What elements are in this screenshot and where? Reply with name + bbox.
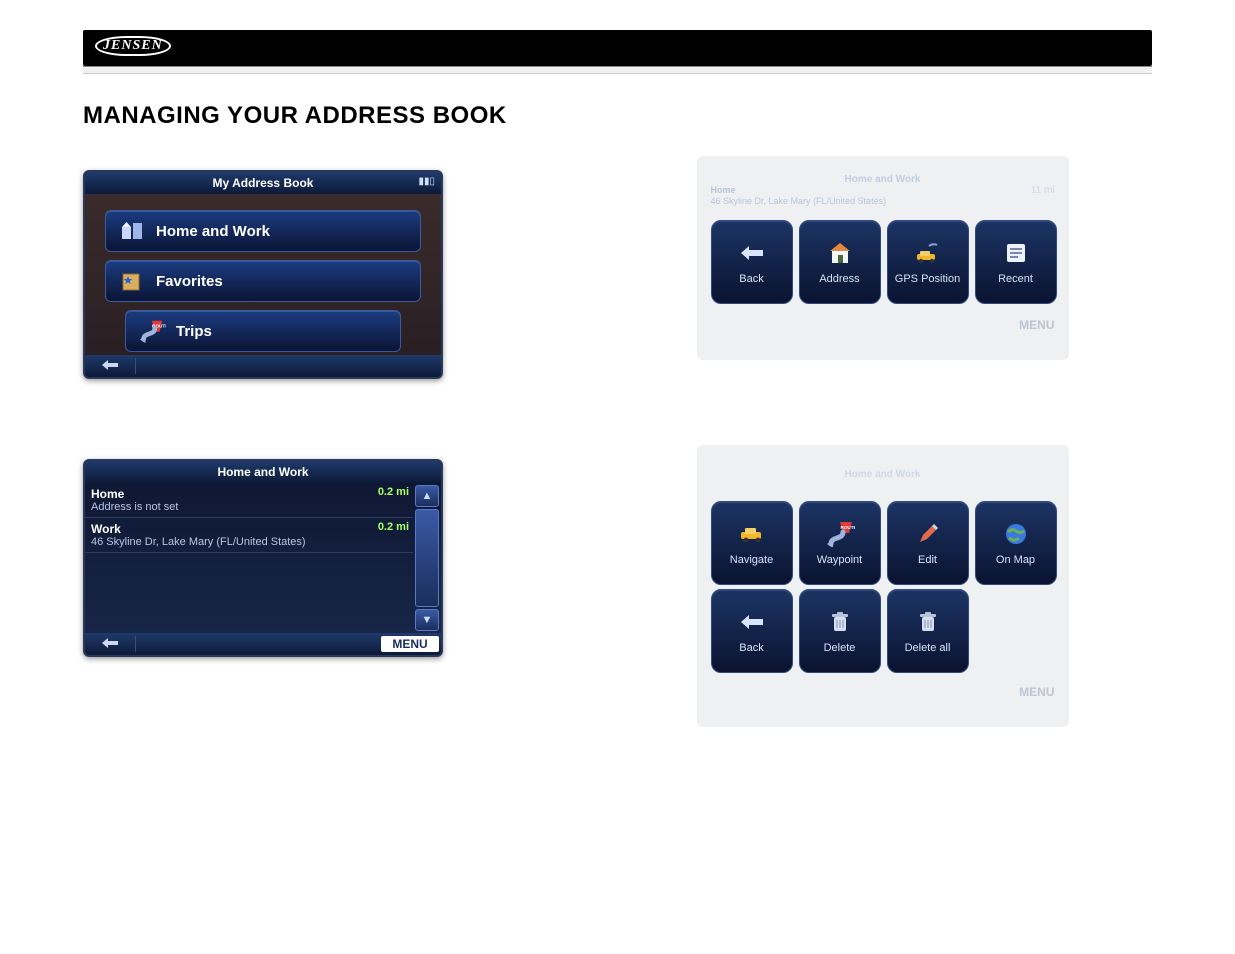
brand-logo-text: JENSEN — [95, 36, 171, 56]
panel-subtitle: 46 Skyline Dr, Lake Mary (FL/United Stat… — [711, 196, 1055, 206]
row-distance: 0.2 mi — [378, 521, 409, 533]
list-row-work[interactable]: Work 46 Skyline Dr, Lake Mary (FL/United… — [85, 518, 413, 553]
recent-tile[interactable]: Recent — [975, 220, 1057, 304]
delete-tile[interactable]: Delete — [799, 589, 881, 673]
row-name: Work — [91, 522, 407, 536]
delete-label: Delete — [824, 642, 856, 654]
panel-header-title: Home and Work — [711, 469, 1055, 480]
back-label: Back — [739, 642, 763, 654]
favorites-button[interactable]: Favorites — [105, 260, 421, 302]
car-icon — [737, 520, 767, 548]
svg-text:ROUTE: ROUTE — [840, 525, 855, 530]
on-map-label: On Map — [996, 554, 1035, 566]
route-icon: ROUTE — [138, 317, 166, 345]
gps-position-tile[interactable]: GPS Position — [887, 220, 969, 304]
delete-all-tile[interactable]: Delete all — [887, 589, 969, 673]
trips-button[interactable]: ROUTE Trips — [125, 310, 401, 352]
brand-logo: JENSEN — [95, 36, 171, 56]
home-and-work-button[interactable]: Home and Work — [105, 210, 421, 252]
panel-distance: 11 mi — [1031, 185, 1055, 196]
row-subtitle: 46 Skyline Dr, Lake Mary (FL/United Stat… — [91, 536, 407, 548]
scroll-down-icon[interactable]: ▼ — [415, 609, 439, 631]
list-row-home[interactable]: Home Address is not set 0.2 mi — [85, 483, 413, 518]
back-tile[interactable]: Back — [711, 589, 793, 673]
screen-title: Home and Work — [85, 461, 441, 483]
scroll-track[interactable] — [415, 509, 439, 607]
pencil-icon — [917, 520, 939, 548]
screenshot-home-and-work-list: Home and Work Home Address is not set 0.… — [83, 459, 443, 657]
waypoint-label: Waypoint — [817, 554, 862, 566]
navigate-label: Navigate — [730, 554, 773, 566]
trash-icon — [830, 608, 850, 636]
page-title: MANAGING YOUR ADDRESS BOOK — [83, 102, 1152, 130]
favorites-icon — [118, 267, 146, 295]
signal-icon: ▮▮▯ — [418, 176, 435, 187]
back-tile[interactable]: Back — [711, 220, 793, 304]
route-icon: ROUTE — [825, 520, 855, 548]
row-distance: 0.2 mi — [378, 486, 409, 498]
row-name: Home — [91, 487, 407, 501]
address-tile[interactable]: Address — [799, 220, 881, 304]
recent-list-icon — [1004, 239, 1028, 267]
trash-icon — [918, 608, 938, 636]
menu-button[interactable]: MENU — [381, 636, 439, 652]
back-arrow-icon[interactable] — [85, 636, 136, 652]
on-map-tile[interactable]: On Map — [975, 501, 1057, 585]
row-subtitle: Address is not set — [91, 501, 407, 513]
back-arrow-icon — [739, 608, 765, 636]
menu-label[interactable]: MENU — [1019, 318, 1054, 340]
waypoint-tile[interactable]: ROUTE Waypoint — [799, 501, 881, 585]
menu-label[interactable]: MENU — [1019, 685, 1054, 707]
home-and-work-label: Home and Work — [156, 223, 270, 240]
globe-icon — [1004, 520, 1028, 548]
back-arrow-icon[interactable] — [85, 358, 136, 374]
address-tile-label: Address — [819, 273, 859, 285]
scrollbar[interactable]: ▲ ▼ — [413, 483, 441, 633]
screenshot-set-location-panel: Home and Work Home 11 mi 46 Skyline Dr, … — [703, 170, 1063, 346]
panel-header-title: Home and Work — [711, 174, 1055, 185]
home-work-icon — [118, 217, 146, 245]
navigate-tile[interactable]: Navigate — [711, 501, 793, 585]
favorites-label: Favorites — [156, 273, 223, 290]
header-bar: JENSEN — [83, 30, 1152, 66]
back-tile-label: Back — [739, 273, 763, 285]
gps-car-icon — [913, 239, 943, 267]
edit-label: Edit — [918, 554, 937, 566]
header-divider — [83, 66, 1152, 74]
recent-tile-label: Recent — [998, 273, 1033, 285]
screenshot-my-address-book: ▮▮▯ My Address Book Home and Work Favori… — [83, 170, 443, 379]
delete-all-label: Delete all — [905, 642, 951, 654]
screen-title: My Address Book — [85, 172, 441, 194]
gps-tile-label: GPS Position — [895, 273, 960, 285]
scroll-up-icon[interactable]: ▲ — [415, 485, 439, 507]
screenshot-actions-panel: Home and Work Navigate ROUTE — [703, 459, 1063, 713]
trips-label: Trips — [176, 323, 212, 340]
edit-tile[interactable]: Edit — [887, 501, 969, 585]
house-icon — [827, 239, 853, 267]
back-arrow-icon — [739, 239, 765, 267]
